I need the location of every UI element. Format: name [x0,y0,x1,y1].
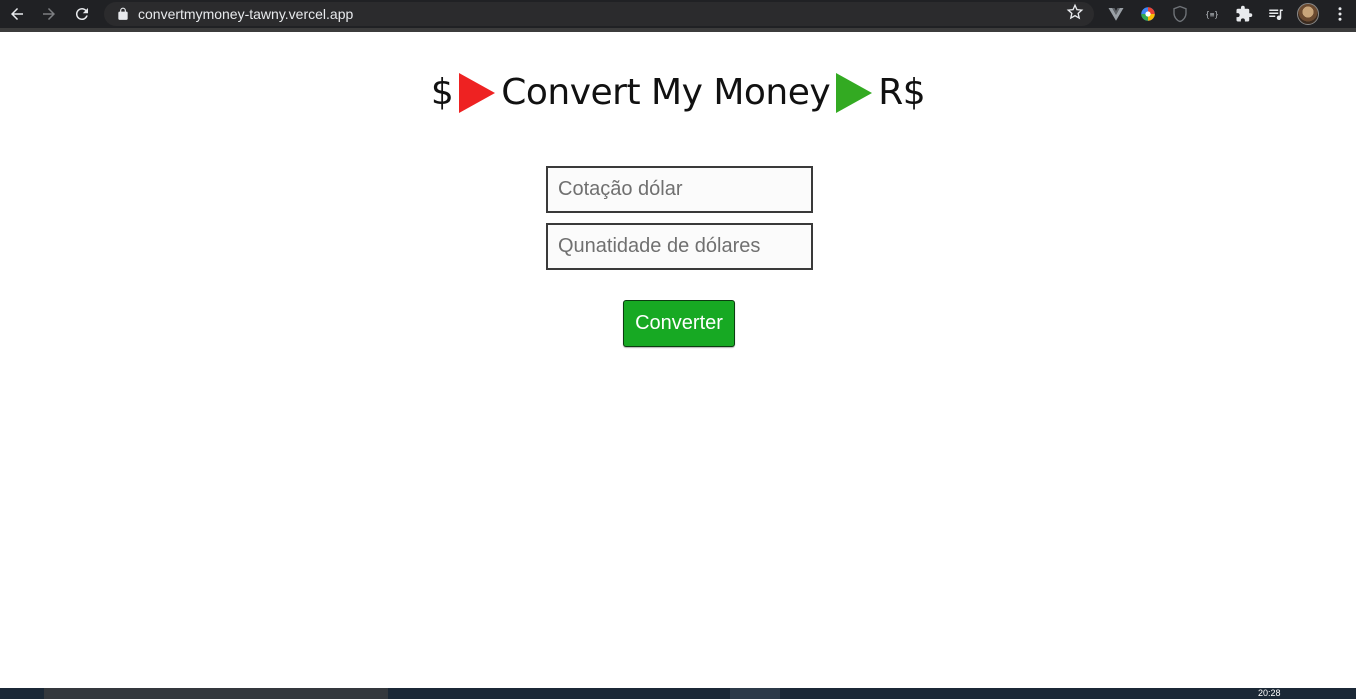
back-button[interactable] [4,1,30,27]
menu-dots-icon[interactable] [1330,4,1350,24]
red-arrow-icon [459,73,496,113]
lock-icon [118,7,128,20]
reload-button[interactable] [69,1,95,27]
profile-avatar[interactable] [1297,3,1319,25]
dollar-amount-input[interactable] [546,223,813,270]
toolbar-divider [0,28,1356,32]
title-suffix: R$ [878,72,926,113]
address-bar[interactable]: convertmymoney-tawny.vercel.app [104,2,1094,26]
taskbar-app-button[interactable] [730,688,780,699]
title-text: Convert My Money [501,72,831,113]
forward-button[interactable] [36,1,62,27]
url-text: convertmymoney-tawny.vercel.app [138,6,354,22]
arrow-left-icon [11,8,23,20]
exchange-rate-input[interactable] [546,166,813,213]
shield-icon[interactable] [1170,4,1190,24]
taskbar-clock: 20:28 [1258,688,1281,698]
green-arrow-icon [836,73,873,113]
taskbar-search-box[interactable] [44,688,388,699]
color-picker-extension-icon[interactable] [1138,4,1158,24]
reload-icon [75,8,88,21]
vue-devtools-icon[interactable] [1106,4,1126,24]
page-title: $ Convert My Money R$ [0,68,1356,118]
extensions-puzzle-icon[interactable] [1234,4,1254,24]
svg-text:{≡}: {≡} [1205,10,1219,19]
convert-button[interactable]: Converter [623,300,735,347]
json-viewer-icon[interactable]: {≡} [1202,4,1222,24]
bookmark-star-icon[interactable] [1066,3,1084,21]
title-prefix: $ [430,72,454,113]
browser-toolbar: convertmymoney-tawny.vercel.app {≡} [0,0,1356,28]
media-control-icon[interactable] [1266,4,1286,24]
arrow-right-icon [43,8,55,20]
